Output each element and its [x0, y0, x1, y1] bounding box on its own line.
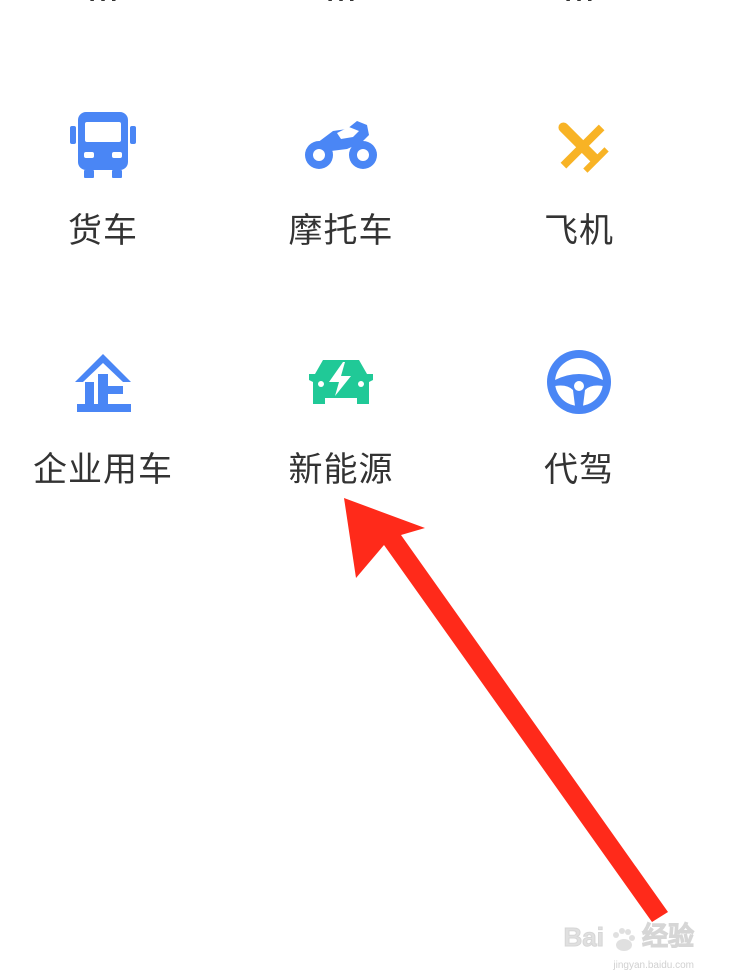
baidu-watermark: Bai 经验 jingyan.baidu.com — [563, 913, 694, 972]
watermark-logo-text: Bai — [563, 922, 604, 953]
annotation-arrow — [344, 498, 668, 922]
baidu-paw-icon — [612, 928, 635, 951]
watermark-logo-text-2: 经验 — [641, 921, 694, 952]
watermark-url: jingyan.baidu.com — [613, 960, 694, 971]
